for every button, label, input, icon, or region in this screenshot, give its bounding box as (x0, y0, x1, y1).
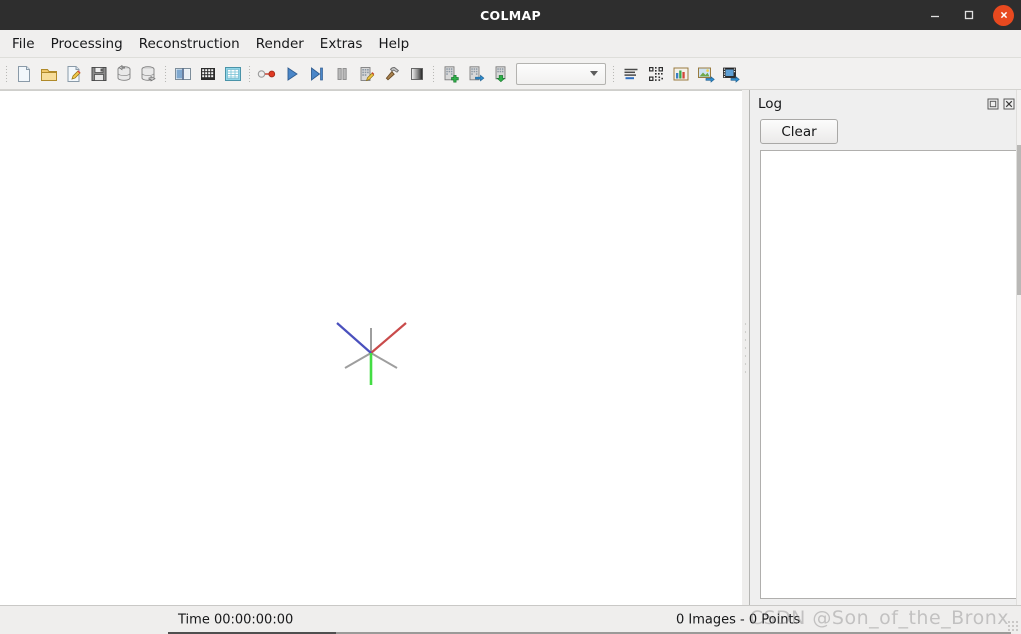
automatic-reconstruction-button[interactable] (254, 61, 279, 87)
status-counts-label: 0 Images - 0 Points (676, 612, 801, 628)
minimize-button[interactable] (925, 5, 945, 25)
edit-project-button[interactable] (61, 61, 86, 87)
undistort-images-button[interactable] (693, 61, 718, 87)
feature-matching-button[interactable] (195, 61, 220, 87)
export-model-as-button[interactable] (488, 61, 513, 87)
match-matrix-button[interactable] (643, 61, 668, 87)
log-panel-header: Log (758, 90, 1019, 115)
toolbar-separator (161, 63, 170, 85)
window-resize-grip[interactable] (1007, 620, 1019, 632)
bundle-adjustment-button[interactable] (354, 61, 379, 87)
log-clear-row: Clear (758, 115, 1019, 150)
pause-reconstruction-button[interactable] (329, 61, 354, 87)
close-panel-icon[interactable] (1002, 97, 1015, 110)
log-panel-header-buttons (986, 97, 1019, 110)
show-log-button[interactable] (668, 61, 693, 87)
menu-item-help[interactable]: Help (370, 33, 417, 55)
toolbar-separator (609, 63, 618, 85)
toolbar-separator (429, 63, 438, 85)
reconstruction-options-button[interactable] (379, 61, 404, 87)
menubar: File Processing Reconstruction Render Ex… (0, 30, 1021, 58)
save-project-button[interactable] (86, 61, 111, 87)
log-dock-panel: Log Clear (750, 90, 1021, 605)
clear-log-button[interactable]: Clear (760, 119, 838, 144)
coordinate-axes-gizmo (336, 322, 407, 385)
grid-line-gray-right (370, 352, 398, 369)
statusbar: Time 00:00:00:00 0 Images - 0 Points (0, 605, 1021, 634)
main-body: Log Clear (0, 90, 1021, 605)
start-reconstruction-button[interactable] (279, 61, 304, 87)
main-toolbar (0, 58, 1021, 90)
window-titlebar[interactable]: COLMAP (0, 0, 1021, 30)
y-axis-blue (336, 322, 372, 354)
float-panel-icon[interactable] (986, 97, 999, 110)
close-button[interactable] (993, 4, 1014, 26)
export-database-button[interactable] (136, 61, 161, 87)
render-options-button[interactable] (718, 61, 743, 87)
opengl-3d-viewport[interactable] (0, 90, 742, 605)
menu-item-processing[interactable]: Processing (43, 33, 131, 55)
maximize-button[interactable] (959, 5, 979, 25)
window-controls (925, 0, 1014, 30)
show-model-stats-button[interactable] (618, 61, 643, 87)
menu-item-extras[interactable]: Extras (312, 33, 371, 55)
chevron-down-icon (590, 71, 598, 76)
database-management-button[interactable] (220, 61, 245, 87)
log-panel-title: Log (758, 95, 783, 112)
status-time-label: Time 00:00:00:00 (178, 612, 294, 628)
dense-reconstruction-button[interactable] (404, 61, 429, 87)
import-database-button[interactable] (111, 61, 136, 87)
window-vertical-scrollbar[interactable] (1016, 90, 1021, 605)
open-project-button[interactable] (36, 61, 61, 87)
menu-item-render[interactable]: Render (248, 33, 312, 55)
toolbar-separator (245, 63, 254, 85)
menu-item-file[interactable]: File (4, 33, 43, 55)
scrollbar-thumb[interactable] (1017, 145, 1021, 295)
x-axis-red (370, 322, 407, 354)
log-text-area[interactable] (760, 150, 1017, 599)
dock-splitter-handle[interactable] (742, 90, 750, 605)
menu-item-reconstruction[interactable]: Reconstruction (131, 33, 248, 55)
feature-extraction-button[interactable] (170, 61, 195, 87)
export-model-button[interactable] (463, 61, 488, 87)
window-title: COLMAP (480, 7, 541, 23)
colmap-main-window: COLMAP File Processing Reconstruction Re… (0, 0, 1021, 634)
new-project-button[interactable] (11, 61, 36, 87)
toolbar-separator (2, 63, 11, 85)
reconstruct-next-image-button[interactable] (304, 61, 329, 87)
grid-line-gray-left (344, 352, 372, 369)
model-selector-combobox[interactable] (516, 62, 606, 85)
import-model-button[interactable] (438, 61, 463, 87)
